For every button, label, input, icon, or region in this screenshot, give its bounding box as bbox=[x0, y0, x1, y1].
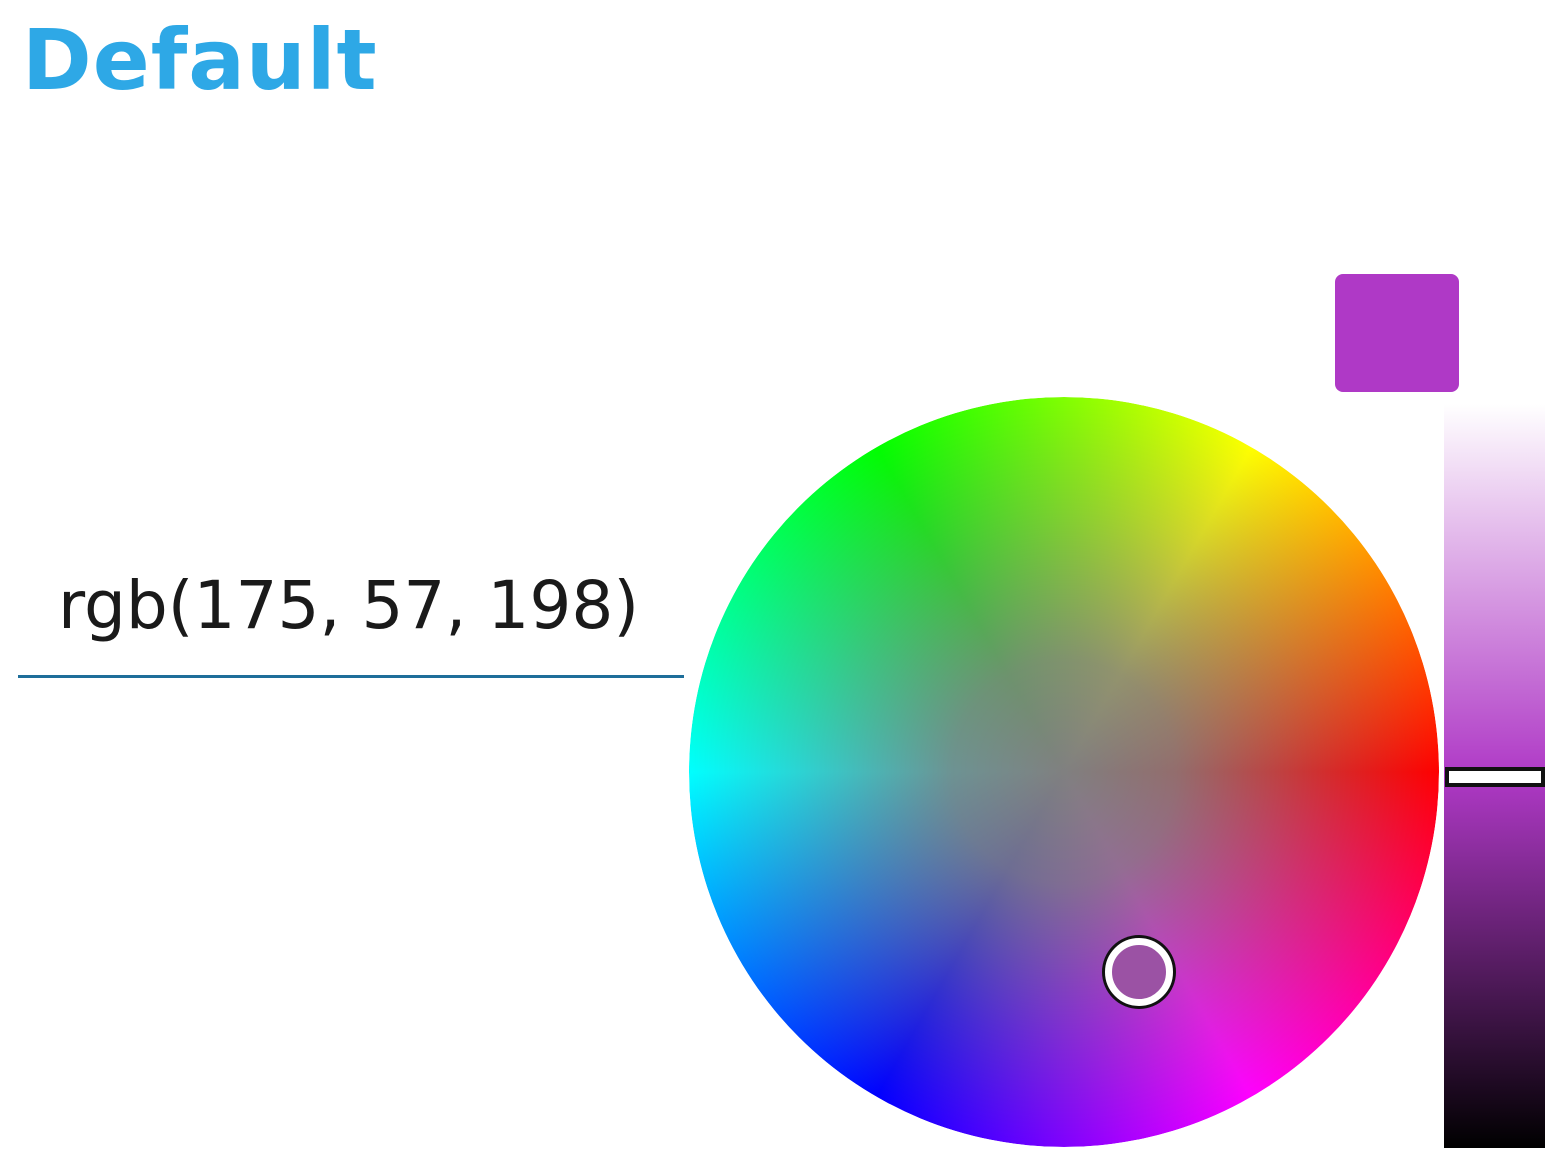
color-preview-swatch bbox=[1335, 274, 1459, 392]
color-value-text[interactable]: rgb(175, 57, 198) bbox=[58, 569, 639, 643]
color-value-field[interactable]: rgb(175, 57, 198) bbox=[18, 560, 684, 678]
page-title: Default bbox=[22, 11, 378, 109]
brightness-slider-thumb[interactable] bbox=[1445, 767, 1545, 787]
color-wheel-thumb[interactable] bbox=[1105, 938, 1173, 1006]
color-picker-page: Default rgb(175, 57, 198) bbox=[0, 0, 1560, 1152]
color-wheel[interactable] bbox=[689, 397, 1439, 1147]
color-wheel-saturation-layer bbox=[689, 397, 1439, 1147]
